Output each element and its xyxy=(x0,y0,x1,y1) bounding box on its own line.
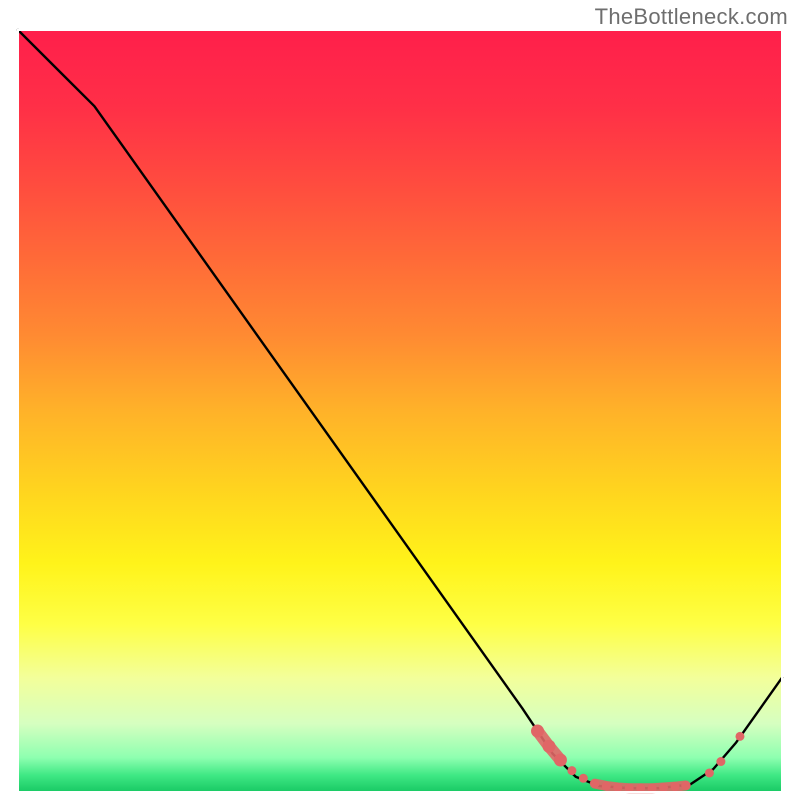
highlight-dot xyxy=(705,768,714,777)
chart-stage: TheBottleneck.com xyxy=(0,0,800,800)
bottleneck-chart xyxy=(0,0,800,800)
highlight-dot xyxy=(716,757,725,766)
highlight-dot xyxy=(554,754,567,767)
highlight-dot xyxy=(735,732,744,741)
highlight-dot xyxy=(659,783,668,792)
highlight-dot xyxy=(531,725,544,738)
highlight-dot xyxy=(613,783,622,792)
highlight-dot xyxy=(671,782,680,791)
highlight-dot xyxy=(590,779,599,788)
chart-background-gradient xyxy=(18,30,782,792)
highlight-dot xyxy=(567,766,576,775)
highlight-dot xyxy=(542,740,555,753)
highlight-dot xyxy=(579,774,588,783)
highlight-dot xyxy=(602,781,611,790)
attribution-text: TheBottleneck.com xyxy=(595,4,788,30)
highlight-dot xyxy=(681,781,690,790)
